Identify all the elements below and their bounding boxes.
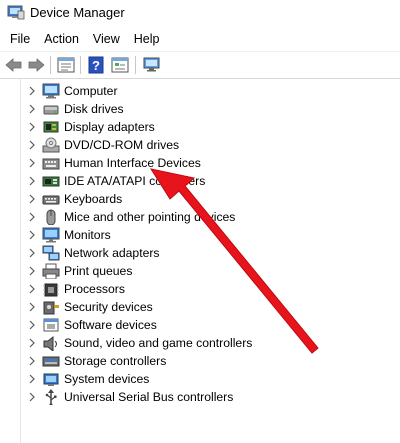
chevron-right-icon[interactable] (27, 140, 37, 150)
menu-help[interactable]: Help (127, 28, 167, 50)
toolbar: ? (0, 51, 400, 78)
computer-icon (42, 83, 60, 99)
chevron-right-icon[interactable] (27, 392, 37, 402)
title-bar: Device Manager (0, 0, 400, 26)
tree-item[interactable]: Human Interface Devices (0, 154, 390, 172)
toolbar-separator (135, 56, 136, 74)
chevron-right-icon[interactable] (27, 266, 37, 276)
tree-item-label: Security devices (64, 300, 153, 314)
tree-item[interactable]: Network adapters (0, 244, 390, 262)
tree-item-label: Storage controllers (64, 354, 167, 368)
chevron-right-icon[interactable] (27, 194, 37, 204)
tree-item[interactable]: Computer (0, 82, 390, 100)
chevron-right-icon[interactable] (27, 122, 37, 132)
chevron-right-icon[interactable] (27, 320, 37, 330)
tree-item-label: Network adapters (64, 246, 160, 260)
software-device-icon (43, 318, 59, 332)
chevron-right-icon[interactable] (27, 302, 37, 312)
chevron-right-icon[interactable] (27, 356, 37, 366)
svg-text:?: ? (92, 58, 100, 73)
tree-item-label: Monitors (64, 228, 111, 242)
tree-item[interactable]: Security devices (0, 298, 390, 316)
tree-item-label: IDE ATA/ATAPI controllers (64, 174, 206, 188)
window-title: Device Manager (30, 5, 125, 20)
disk-drive-icon (43, 105, 59, 115)
tree-item-label: Mice and other pointing devices (64, 210, 236, 224)
ide-controller-icon (42, 176, 60, 187)
tree-item-label: DVD/CD-ROM drives (64, 138, 180, 152)
tree-item[interactable]: Disk drives (0, 100, 390, 118)
tree-item-label: Software devices (64, 318, 157, 332)
speaker-icon (43, 335, 57, 351)
tree-item-label: Processors (64, 282, 125, 296)
menu-action[interactable]: Action (37, 28, 86, 50)
usb-icon (45, 389, 57, 405)
processor-icon (43, 283, 59, 297)
tree-item-label: Universal Serial Bus controllers (64, 390, 234, 404)
tree-item-label: Print queues (64, 264, 133, 278)
menu-view[interactable]: View (86, 28, 127, 50)
tree-item[interactable]: Processors (0, 280, 390, 298)
tree-item-label: Display adapters (64, 120, 155, 134)
tree-item[interactable]: Universal Serial Bus controllers (0, 388, 390, 406)
toolbar-separator (50, 56, 51, 74)
tree-item[interactable]: Sound, video and game controllers (0, 334, 390, 352)
keyboard-icon (42, 195, 60, 205)
tree-item[interactable]: Keyboards (0, 190, 390, 208)
hid-icon (42, 158, 60, 170)
tree-item-label: Sound, video and game controllers (64, 336, 253, 350)
display-adapter-icon (43, 121, 59, 133)
chevron-right-icon[interactable] (27, 158, 37, 168)
tree-item[interactable]: IDE ATA/ATAPI controllers (0, 172, 390, 190)
chevron-right-icon[interactable] (27, 176, 37, 186)
back-icon[interactable] (4, 56, 24, 74)
device-tree: Computer Disk drives Display adapters DVD/C… (0, 78, 400, 443)
tree-item[interactable]: System devices (0, 370, 390, 388)
network-adapter-icon (42, 245, 60, 261)
tree-item[interactable]: Storage controllers (0, 352, 390, 370)
tree-item[interactable]: Monitors (0, 226, 390, 244)
security-device-icon (43, 301, 59, 315)
toolbar-separator (80, 56, 81, 74)
tree-item[interactable]: Mice and other pointing devices (0, 208, 390, 226)
menu-file[interactable]: File (3, 28, 37, 50)
tree-item[interactable]: Print queues (0, 262, 390, 280)
device-manager-app-icon (7, 5, 25, 20)
chevron-right-icon[interactable] (27, 338, 37, 348)
chevron-right-icon[interactable] (27, 212, 37, 222)
monitor-scan-icon[interactable] (142, 56, 162, 74)
printer-icon (42, 263, 60, 279)
chevron-right-icon[interactable] (27, 86, 37, 96)
tree-item-label: Keyboards (64, 192, 123, 206)
mouse-icon (46, 209, 56, 225)
tree-item[interactable]: DVD/CD-ROM drives (0, 136, 390, 154)
chevron-right-icon[interactable] (27, 248, 37, 258)
tree-item[interactable]: Software devices (0, 316, 390, 334)
tree-item-label: Disk drives (64, 102, 124, 116)
help-icon[interactable]: ? (86, 56, 106, 74)
tree-item-label: System devices (64, 372, 150, 386)
chevron-right-icon[interactable] (27, 374, 37, 384)
menu-bar: File Action View Help (0, 28, 400, 50)
tree-item[interactable]: Display adapters (0, 118, 390, 136)
properties-icon[interactable] (56, 56, 76, 74)
chevron-right-icon[interactable] (27, 284, 37, 294)
system-device-icon (43, 373, 59, 386)
chevron-right-icon[interactable] (27, 230, 37, 240)
update-driver-icon[interactable] (110, 56, 130, 74)
forward-icon[interactable] (26, 56, 46, 74)
dvd-drive-icon (42, 137, 60, 153)
tree-item-label: Human Interface Devices (64, 156, 201, 170)
chevron-right-icon[interactable] (27, 104, 37, 114)
monitor-icon (42, 227, 60, 243)
tree-item-label: Computer (64, 84, 118, 98)
storage-controller-icon (42, 356, 60, 367)
